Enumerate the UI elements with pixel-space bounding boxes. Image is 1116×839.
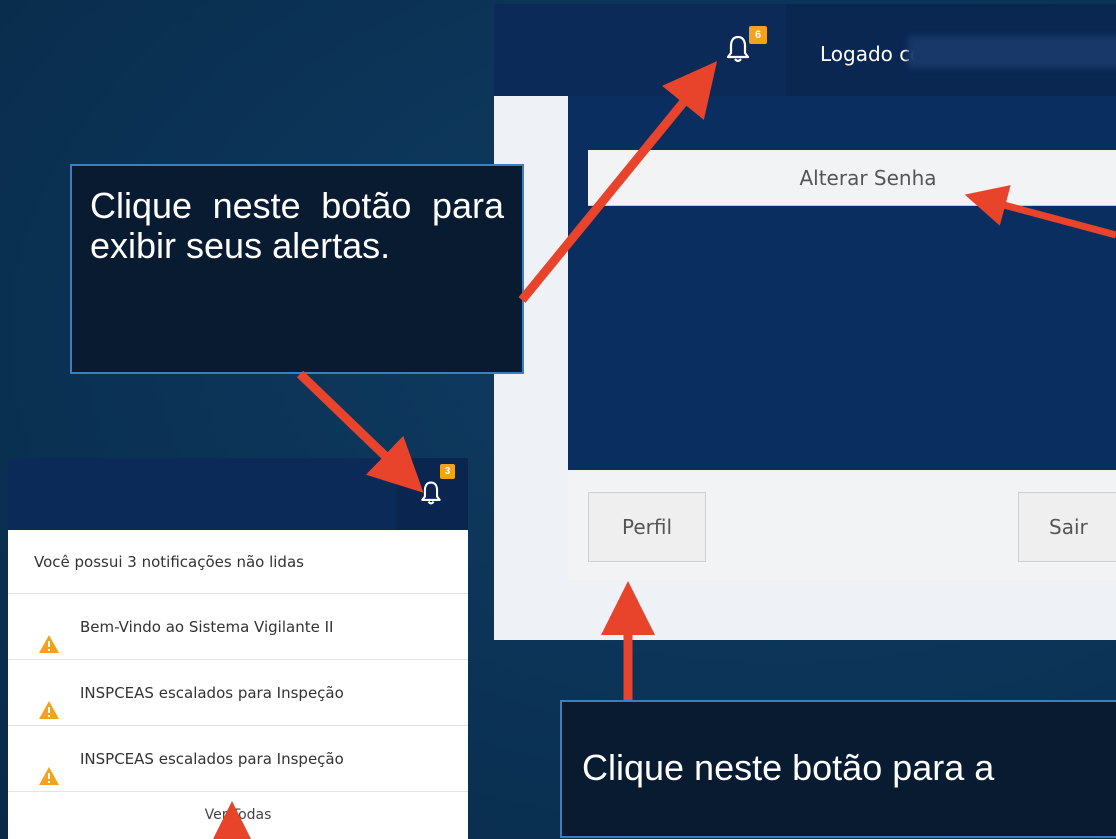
unread-notifications-header: Você possui 3 notificações não lidas	[8, 530, 468, 594]
notification-item[interactable]: INSPCEAS escalados para Inspeção	[8, 726, 468, 792]
warning-icon	[38, 748, 60, 785]
blurred-username	[908, 36, 1116, 68]
notification-text: Bem-Vindo ao Sistema Vigilante II	[80, 618, 334, 636]
view-all-link[interactable]: Ver Todas	[8, 792, 468, 839]
profile-button[interactable]: Perfil	[588, 492, 706, 562]
warning-icon	[38, 682, 60, 719]
notification-text: INSPCEAS escalados para Inspeção	[80, 684, 344, 702]
alerts-callout: Clique neste botão para exibir seus aler…	[70, 164, 524, 374]
notification-text: INSPCEAS escalados para Inspeção	[80, 750, 344, 768]
bell-icon[interactable]	[420, 480, 442, 506]
logout-button[interactable]: Sair	[1018, 492, 1116, 562]
account-menu-screenshot: 6 Logado como Alterar Senha Perfil Sair	[494, 4, 1116, 640]
change-password-button[interactable]: Alterar Senha	[588, 150, 1116, 206]
notification-count-badge: 6	[749, 26, 767, 44]
user-dropdown-panel: Alterar Senha Perfil Sair	[568, 96, 1116, 580]
notifications-dropdown-screenshot: 3 Você possui 3 notificações não lidas B…	[8, 458, 468, 839]
notification-item[interactable]: Bem-Vindo ao Sistema Vigilante II	[8, 594, 468, 660]
notification-count-badge: 3	[440, 464, 455, 479]
profile-callout: Clique neste botão para a	[560, 700, 1116, 838]
bell-icon[interactable]	[726, 34, 750, 64]
warning-icon	[38, 616, 60, 653]
notification-item[interactable]: INSPCEAS escalados para Inspeção	[8, 660, 468, 726]
